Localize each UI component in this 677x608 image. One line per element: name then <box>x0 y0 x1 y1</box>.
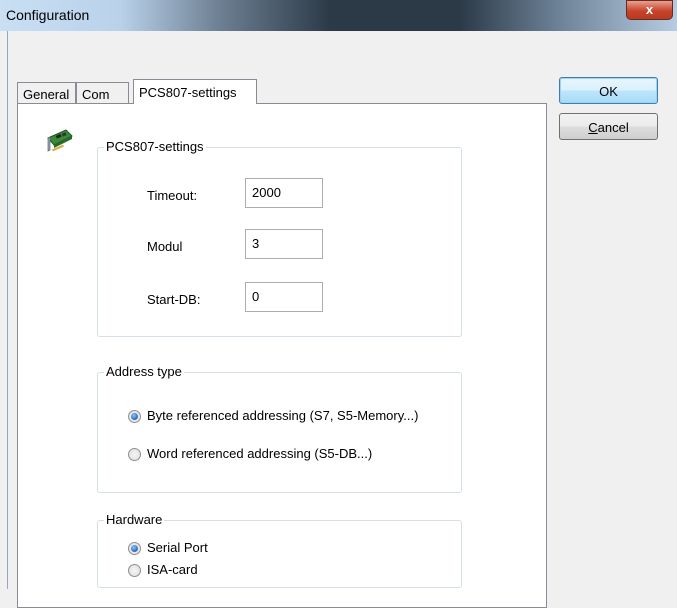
title-bar[interactable]: Configuration x <box>0 0 677 31</box>
close-button[interactable]: x <box>626 0 673 20</box>
byte-addressing-radio[interactable] <box>128 410 141 423</box>
isa-card-radio[interactable] <box>128 564 141 577</box>
byte-addressing-label[interactable]: Byte referenced addressing (S7, S5-Memor… <box>147 408 418 423</box>
tab-com[interactable]: Com <box>76 82 129 103</box>
tab-panel: PCS807-settings Timeout: 2000 Modul 3 St… <box>17 103 547 608</box>
close-icon: x <box>645 2 654 17</box>
address-type-legend: Address type <box>104 364 184 379</box>
cancel-label: ancel <box>597 120 629 135</box>
dialog-client: General Com PCS807-settings PCS807-setti… <box>7 31 677 608</box>
word-addressing-radio[interactable] <box>128 448 141 461</box>
hardware-group: Hardware Serial Port ISA-card <box>97 512 462 588</box>
settings-legend: PCS807-settings <box>104 139 206 154</box>
startdb-field[interactable]: 0 <box>245 282 323 312</box>
tab-general[interactable]: General <box>17 82 76 103</box>
pci-card-icon <box>47 129 73 152</box>
tab-label: Com <box>82 87 110 102</box>
modul-label: Modul <box>147 239 183 254</box>
timeout-field[interactable]: 2000 <box>245 178 323 208</box>
tab-label: PCS807-settings <box>139 85 237 100</box>
serial-port-radio[interactable] <box>128 542 141 555</box>
cancel-mnemonic: C <box>588 120 598 135</box>
word-addressing-label[interactable]: Word referenced addressing (S5-DB...) <box>147 446 372 461</box>
modul-field[interactable]: 3 <box>245 229 323 259</box>
settings-group: PCS807-settings Timeout: 2000 Modul 3 St… <box>97 139 462 337</box>
timeout-label: Timeout: <box>147 188 198 203</box>
ok-button[interactable]: OK <box>559 77 658 104</box>
window-title: Configuration <box>6 7 90 23</box>
tab-pcs807-settings[interactable]: PCS807-settings <box>133 79 257 104</box>
tab-label: General <box>23 87 70 102</box>
hardware-legend: Hardware <box>104 512 165 527</box>
startdb-label: Start-DB: <box>147 292 201 307</box>
isa-card-label[interactable]: ISA-card <box>147 562 198 577</box>
cancel-button[interactable]: Cancel <box>559 113 658 140</box>
address-type-group: Address type Byte referenced addressing … <box>97 364 462 493</box>
serial-port-label[interactable]: Serial Port <box>147 540 208 555</box>
